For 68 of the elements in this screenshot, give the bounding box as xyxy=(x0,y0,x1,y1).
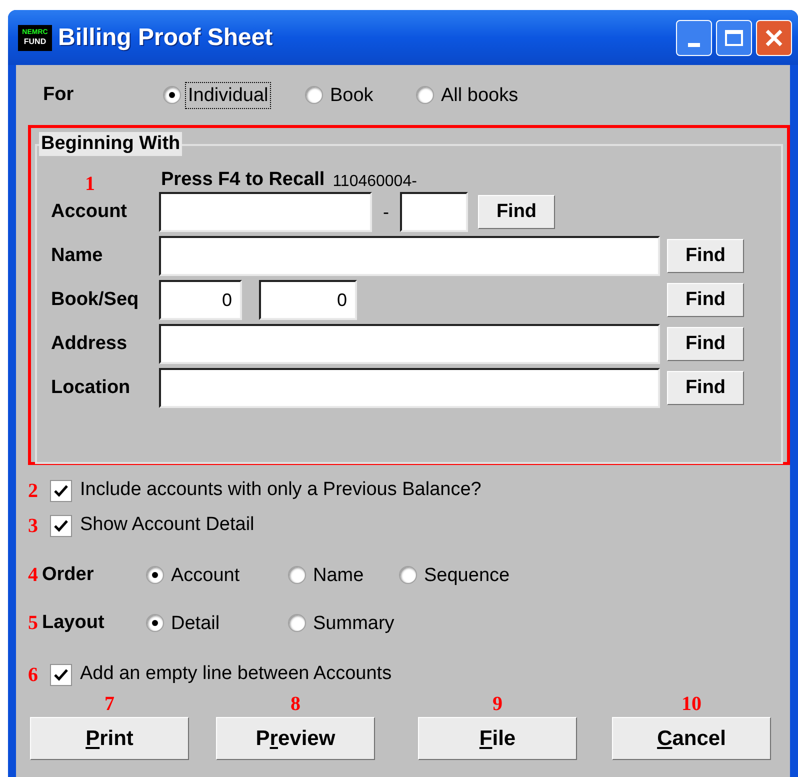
field-label: Book/Seq xyxy=(51,288,140,312)
check-icon xyxy=(53,518,69,534)
close-button[interactable] xyxy=(756,20,792,56)
recall-hint: Press F4 to Recall xyxy=(161,168,325,192)
field-label: Name xyxy=(51,244,104,268)
radio-label: Name xyxy=(312,564,365,588)
radio-button[interactable] xyxy=(163,86,181,104)
check-icon xyxy=(53,666,69,682)
find-button[interactable]: Find xyxy=(667,371,744,405)
sequence-field[interactable]: 0 xyxy=(259,280,357,320)
option-label: Layout xyxy=(42,610,106,635)
find-button[interactable]: Find xyxy=(667,283,744,317)
callout-number: 7 xyxy=(104,694,114,714)
find-button[interactable]: Find xyxy=(478,195,555,229)
radio-label: All books xyxy=(440,84,520,108)
callout-number: 4 xyxy=(28,565,39,585)
for-label: For xyxy=(43,82,75,107)
account-field[interactable] xyxy=(159,192,372,232)
radio-button[interactable] xyxy=(288,614,306,632)
radio-label: Sequence xyxy=(423,564,511,588)
action-button[interactable]: Preview xyxy=(216,717,375,760)
minimize-button[interactable] xyxy=(676,20,712,56)
callout-number: 8 xyxy=(290,694,300,714)
radio-label: Detail xyxy=(170,612,221,636)
checkbox[interactable] xyxy=(50,480,72,502)
radio-label: Individual xyxy=(185,82,272,108)
action-button[interactable]: Cancel xyxy=(612,717,771,760)
callout-number: 1 xyxy=(85,174,96,194)
callout-number: 5 xyxy=(28,613,39,633)
find-button[interactable]: Find xyxy=(667,239,744,273)
field-label: Location xyxy=(51,376,132,400)
callout-number: 2 xyxy=(28,480,39,500)
callout-number: 10 xyxy=(682,694,702,714)
dash-separator: - xyxy=(382,200,390,224)
callout-number: 6 xyxy=(28,664,39,684)
check-icon xyxy=(53,482,69,498)
radio-button[interactable] xyxy=(146,566,164,584)
checkbox-label: Show Account Detail xyxy=(80,513,254,538)
text-field[interactable] xyxy=(159,324,660,364)
close-icon xyxy=(764,28,784,48)
checkbox[interactable] xyxy=(50,664,72,686)
maximize-button[interactable] xyxy=(716,20,752,56)
window-title: Billing Proof Sheet xyxy=(58,22,273,52)
radio-button[interactable] xyxy=(146,614,164,632)
radio-label: Account xyxy=(170,564,241,588)
text-field[interactable] xyxy=(159,368,660,408)
radio-label: Book xyxy=(329,84,374,108)
field-label: Address xyxy=(51,332,128,356)
action-button[interactable]: Print xyxy=(30,717,189,760)
recall-account: 110460004- xyxy=(332,172,417,192)
checkbox[interactable] xyxy=(50,514,72,536)
radio-label: Summary xyxy=(312,612,396,636)
callout-number: 3 xyxy=(28,516,39,536)
field-label: Account xyxy=(51,200,128,224)
radio-button[interactable] xyxy=(399,566,417,584)
radio-button[interactable] xyxy=(416,86,434,104)
option-label: Order xyxy=(42,562,95,587)
text-field[interactable] xyxy=(159,236,660,276)
radio-button[interactable] xyxy=(288,566,306,584)
group-title: Beginning With xyxy=(39,132,182,156)
action-button[interactable]: File xyxy=(418,717,577,760)
checkbox-label: Include accounts with only a Previous Balance? xyxy=(80,478,482,502)
find-button[interactable]: Find xyxy=(667,327,744,361)
account-suffix-field[interactable] xyxy=(400,192,468,232)
book-field[interactable]: 0 xyxy=(159,280,242,320)
checkbox-label: Add an empty line between Accounts xyxy=(80,662,392,686)
radio-button[interactable] xyxy=(305,86,323,104)
callout-number: 9 xyxy=(492,694,502,714)
